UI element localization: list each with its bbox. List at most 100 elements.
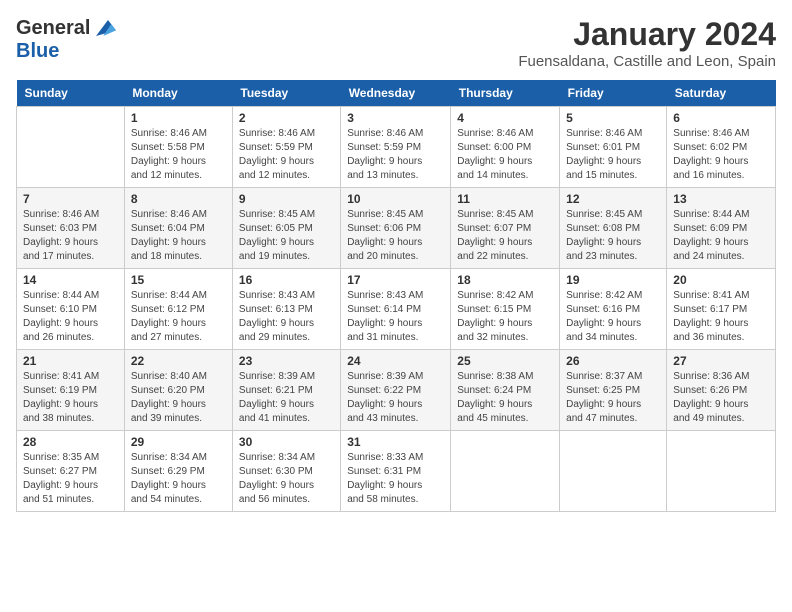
- calendar-day-header: Sunday: [17, 80, 125, 107]
- calendar-day-cell: 11 Sunrise: 8:45 AM Sunset: 6:07 PM Dayli…: [451, 188, 560, 269]
- day-number: 5: [566, 111, 660, 125]
- day-number: 11: [457, 192, 553, 206]
- page-header: General Blue January 2024 Fuensaldana, C…: [16, 16, 776, 70]
- day-info: Sunrise: 8:46 AM Sunset: 5:59 PM Dayligh…: [347, 127, 444, 183]
- day-number: 4: [457, 111, 553, 125]
- calendar-day-header: Saturday: [667, 80, 776, 107]
- day-info: Sunrise: 8:42 AM Sunset: 6:15 PM Dayligh…: [457, 289, 553, 345]
- day-info: Sunrise: 8:44 AM Sunset: 6:09 PM Dayligh…: [673, 208, 769, 264]
- day-info: Sunrise: 8:33 AM Sunset: 6:31 PM Dayligh…: [347, 451, 444, 507]
- calendar-day-cell: 1 Sunrise: 8:46 AM Sunset: 5:58 PM Daylig…: [124, 107, 232, 188]
- calendar-day-cell: 8 Sunrise: 8:46 AM Sunset: 6:04 PM Daylig…: [124, 188, 232, 269]
- calendar-day-cell: [560, 431, 667, 512]
- logo-icon: [92, 16, 116, 40]
- day-info: Sunrise: 8:45 AM Sunset: 6:08 PM Dayligh…: [566, 208, 660, 264]
- day-number: 26: [566, 354, 660, 368]
- day-number: 22: [131, 354, 226, 368]
- calendar-week-row: 28Sunrise: 8:35 AM Sunset: 6:27 PM Dayli…: [17, 431, 776, 512]
- day-info: Sunrise: 8:41 AM Sunset: 6:19 PM Dayligh…: [23, 370, 118, 426]
- calendar-day-header: Monday: [124, 80, 232, 107]
- day-number: 14: [23, 273, 118, 287]
- calendar-week-row: 14 Sunrise: 8:44 AM Sunset: 6:10 PM Dayli…: [17, 269, 776, 350]
- location-title: Fuensaldana, Castille and Leon, Spain: [518, 53, 776, 70]
- day-info: Sunrise: 8:43 AM Sunset: 6:13 PM Dayligh…: [239, 289, 334, 345]
- logo: General Blue: [16, 16, 116, 63]
- calendar-day-header: Tuesday: [232, 80, 340, 107]
- calendar-day-cell: 14 Sunrise: 8:44 AM Sunset: 6:10 PM Dayli…: [17, 269, 125, 350]
- calendar-day-cell: 15 Sunrise: 8:44 AM Sunset: 6:12 PM Dayli…: [124, 269, 232, 350]
- calendar-day-cell: [667, 431, 776, 512]
- calendar-day-cell: 29Sunrise: 8:34 AM Sunset: 6:29 PM Dayli…: [124, 431, 232, 512]
- calendar-day-cell: 18 Sunrise: 8:42 AM Sunset: 6:15 PM Dayli…: [451, 269, 560, 350]
- calendar-day-cell: 12 Sunrise: 8:45 AM Sunset: 6:08 PM Dayli…: [560, 188, 667, 269]
- day-info: Sunrise: 8:34 AM Sunset: 6:29 PM Dayligh…: [131, 451, 226, 507]
- day-number: 20: [673, 273, 769, 287]
- calendar-day-cell: 4 Sunrise: 8:46 AM Sunset: 6:00 PM Daylig…: [451, 107, 560, 188]
- day-number: 10: [347, 192, 444, 206]
- day-info: Sunrise: 8:46 AM Sunset: 5:59 PM Dayligh…: [239, 127, 334, 183]
- day-info: Sunrise: 8:46 AM Sunset: 6:00 PM Dayligh…: [457, 127, 553, 183]
- logo-general-text: General: [16, 17, 90, 40]
- calendar-day-cell: 6Sunrise: 8:46 AM Sunset: 6:02 PM Daylig…: [667, 107, 776, 188]
- calendar-day-cell: 2Sunrise: 8:46 AM Sunset: 5:59 PM Daylig…: [232, 107, 340, 188]
- day-number: 6: [673, 111, 769, 125]
- day-info: Sunrise: 8:45 AM Sunset: 6:07 PM Dayligh…: [457, 208, 553, 264]
- day-number: 25: [457, 354, 553, 368]
- day-number: 7: [23, 192, 118, 206]
- calendar-day-cell: 31 Sunrise: 8:33 AM Sunset: 6:31 PM Dayli…: [341, 431, 451, 512]
- calendar-day-cell: 5Sunrise: 8:46 AM Sunset: 6:01 PM Daylig…: [560, 107, 667, 188]
- calendar-day-cell: 20 Sunrise: 8:41 AM Sunset: 6:17 PM Dayli…: [667, 269, 776, 350]
- day-info: Sunrise: 8:46 AM Sunset: 6:03 PM Dayligh…: [23, 208, 118, 264]
- day-number: 27: [673, 354, 769, 368]
- calendar-day-cell: 30Sunrise: 8:34 AM Sunset: 6:30 PM Dayli…: [232, 431, 340, 512]
- day-number: 13: [673, 192, 769, 206]
- day-number: 28: [23, 435, 118, 449]
- day-info: Sunrise: 8:42 AM Sunset: 6:16 PM Dayligh…: [566, 289, 660, 345]
- day-number: 15: [131, 273, 226, 287]
- day-number: 12: [566, 192, 660, 206]
- calendar-day-cell: 3Sunrise: 8:46 AM Sunset: 5:59 PM Daylig…: [341, 107, 451, 188]
- calendar-header-row: SundayMondayTuesdayWednesdayThursdayFrid…: [17, 80, 776, 107]
- calendar-day-cell: [17, 107, 125, 188]
- day-info: Sunrise: 8:46 AM Sunset: 6:04 PM Dayligh…: [131, 208, 226, 264]
- calendar-table: SundayMondayTuesdayWednesdayThursdayFrid…: [16, 80, 776, 512]
- day-info: Sunrise: 8:46 AM Sunset: 5:58 PM Dayligh…: [131, 127, 226, 183]
- logo-blue-text: Blue: [16, 40, 59, 63]
- calendar-day-cell: 10 Sunrise: 8:45 AM Sunset: 6:06 PM Dayli…: [341, 188, 451, 269]
- day-number: 18: [457, 273, 553, 287]
- day-info: Sunrise: 8:40 AM Sunset: 6:20 PM Dayligh…: [131, 370, 226, 426]
- calendar-day-header: Friday: [560, 80, 667, 107]
- day-number: 24: [347, 354, 444, 368]
- calendar-day-cell: 7 Sunrise: 8:46 AM Sunset: 6:03 PM Daylig…: [17, 188, 125, 269]
- day-info: Sunrise: 8:34 AM Sunset: 6:30 PM Dayligh…: [239, 451, 334, 507]
- calendar-day-header: Wednesday: [341, 80, 451, 107]
- calendar-day-cell: 9Sunrise: 8:45 AM Sunset: 6:05 PM Daylig…: [232, 188, 340, 269]
- calendar-day-cell: 25 Sunrise: 8:38 AM Sunset: 6:24 PM Dayli…: [451, 350, 560, 431]
- calendar-day-cell: [451, 431, 560, 512]
- day-info: Sunrise: 8:37 AM Sunset: 6:25 PM Dayligh…: [566, 370, 660, 426]
- calendar-day-cell: 24Sunrise: 8:39 AM Sunset: 6:22 PM Dayli…: [341, 350, 451, 431]
- calendar-week-row: 1 Sunrise: 8:46 AM Sunset: 5:58 PM Daylig…: [17, 107, 776, 188]
- calendar-day-cell: 27 Sunrise: 8:36 AM Sunset: 6:26 PM Dayli…: [667, 350, 776, 431]
- day-number: 31: [347, 435, 444, 449]
- day-number: 8: [131, 192, 226, 206]
- day-number: 21: [23, 354, 118, 368]
- day-number: 19: [566, 273, 660, 287]
- day-number: 9: [239, 192, 334, 206]
- day-info: Sunrise: 8:36 AM Sunset: 6:26 PM Dayligh…: [673, 370, 769, 426]
- day-info: Sunrise: 8:44 AM Sunset: 6:12 PM Dayligh…: [131, 289, 226, 345]
- day-number: 16: [239, 273, 334, 287]
- calendar-week-row: 21 Sunrise: 8:41 AM Sunset: 6:19 PM Dayli…: [17, 350, 776, 431]
- day-number: 1: [131, 111, 226, 125]
- calendar-day-cell: 23 Sunrise: 8:39 AM Sunset: 6:21 PM Dayli…: [232, 350, 340, 431]
- calendar-day-cell: 16 Sunrise: 8:43 AM Sunset: 6:13 PM Dayli…: [232, 269, 340, 350]
- calendar-week-row: 7 Sunrise: 8:46 AM Sunset: 6:03 PM Daylig…: [17, 188, 776, 269]
- day-number: 23: [239, 354, 334, 368]
- calendar-day-cell: 22 Sunrise: 8:40 AM Sunset: 6:20 PM Dayli…: [124, 350, 232, 431]
- day-info: Sunrise: 8:39 AM Sunset: 6:21 PM Dayligh…: [239, 370, 334, 426]
- day-info: Sunrise: 8:44 AM Sunset: 6:10 PM Dayligh…: [23, 289, 118, 345]
- day-info: Sunrise: 8:45 AM Sunset: 6:06 PM Dayligh…: [347, 208, 444, 264]
- day-info: Sunrise: 8:43 AM Sunset: 6:14 PM Dayligh…: [347, 289, 444, 345]
- day-info: Sunrise: 8:41 AM Sunset: 6:17 PM Dayligh…: [673, 289, 769, 345]
- day-info: Sunrise: 8:38 AM Sunset: 6:24 PM Dayligh…: [457, 370, 553, 426]
